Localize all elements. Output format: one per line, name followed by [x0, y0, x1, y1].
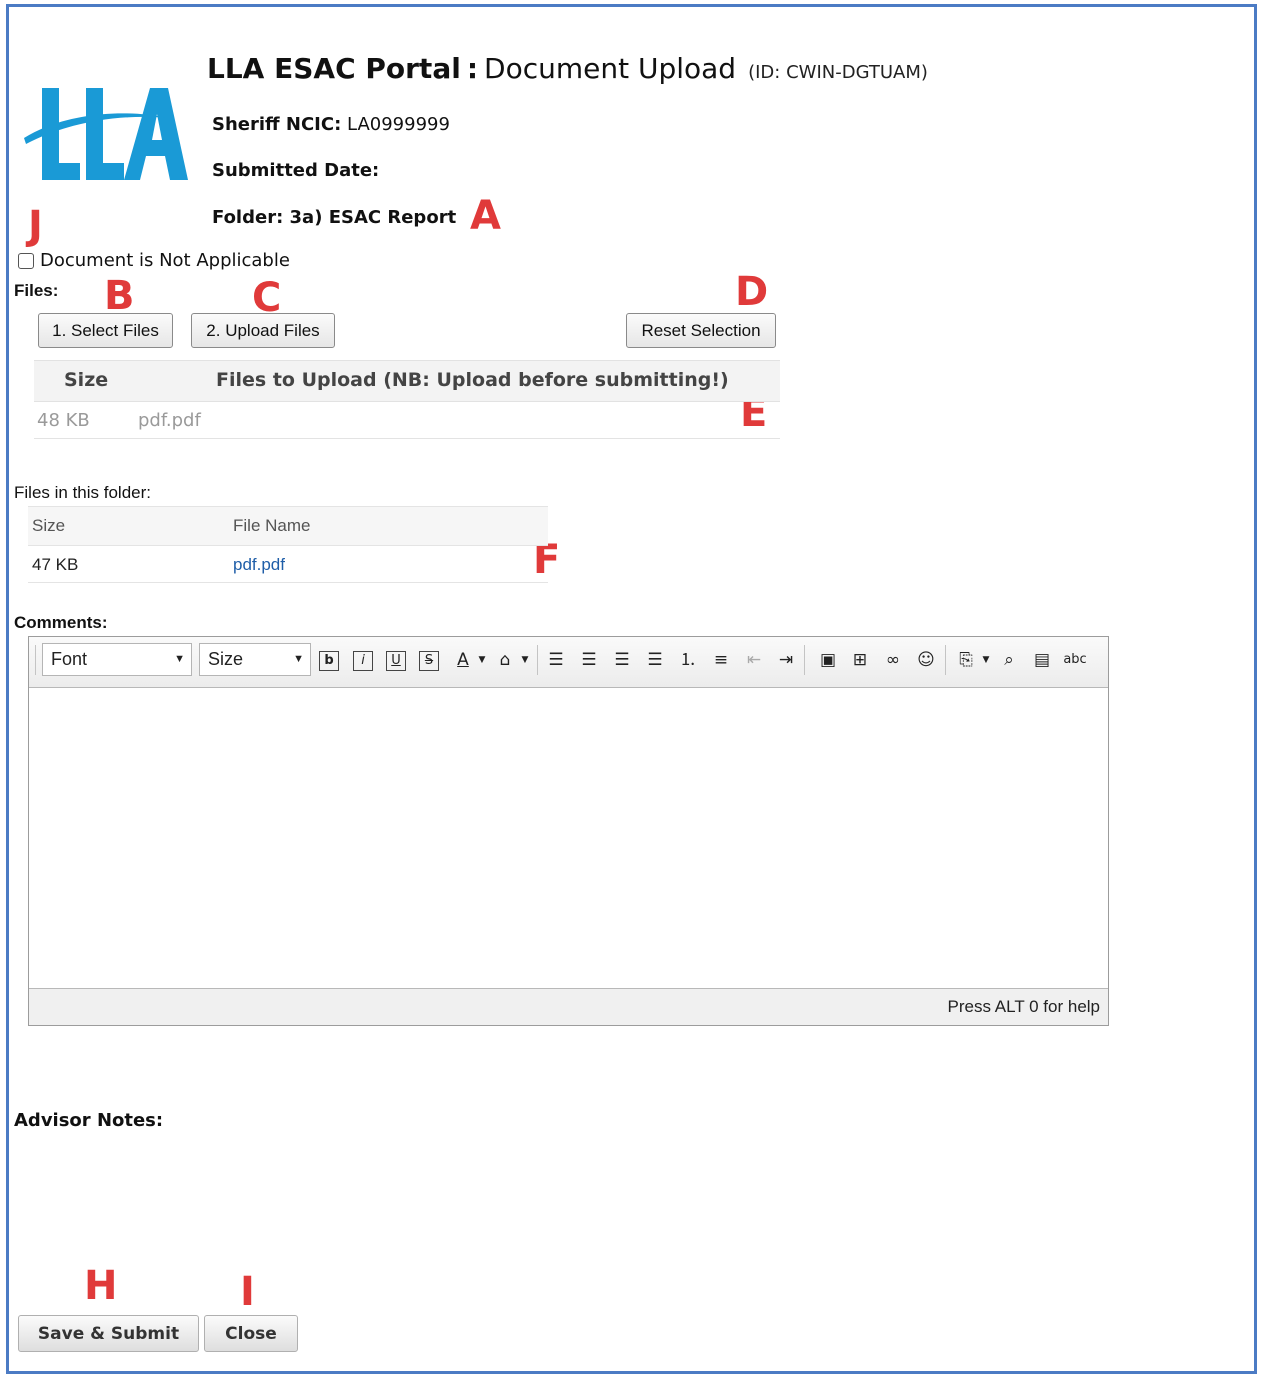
upload-table-row: 48 KB pdf.pdf — [34, 402, 780, 439]
upload-table-header: Size Files to Upload (NB: Upload before … — [34, 360, 780, 402]
upload-file-name: pdf.pdf — [138, 410, 201, 431]
bold-icon[interactable]: b — [319, 651, 339, 671]
folder-table-row: 47 KB pdf.pdf — [28, 546, 548, 583]
italic-icon[interactable]: i — [353, 651, 373, 671]
emoticon-icon[interactable]: ☺ — [914, 648, 938, 672]
folder-files-label: Files in this folder: — [14, 483, 151, 502]
marker-b: B — [104, 273, 135, 319]
folder-name: Folder: 3a) ESAC Report — [212, 207, 456, 228]
marker-j: J — [28, 203, 43, 249]
sheriff-ncic-label: Sheriff NCIC: — [212, 114, 342, 135]
comments-label: Comments: — [14, 613, 108, 632]
upload-file-size: 48 KB — [37, 410, 90, 431]
folder-files-table: Size File Name 47 KB pdf.pdf — [28, 506, 548, 583]
marker-d: D — [735, 269, 769, 315]
font-select-value: Font — [51, 649, 88, 669]
app-name: LLA ESAC Portal — [207, 52, 461, 85]
title-separator: : — [466, 52, 479, 85]
align-justify-icon[interactable]: ☰ — [643, 648, 667, 672]
upload-files-header: Files to Upload (NB: Upload before submi… — [216, 369, 729, 391]
size-select[interactable]: Size ▼ — [199, 643, 311, 676]
chevron-down-icon: ▼ — [293, 653, 304, 665]
toolbar-separator — [804, 645, 805, 675]
comments-text-area[interactable] — [29, 688, 1108, 987]
folder-file-size: 47 KB — [32, 555, 79, 574]
folder-label: Folder: 3a) ESAC Report — [212, 207, 457, 228]
marker-h: H — [84, 1263, 118, 1309]
record-id: (ID: CWIN-DGTUAM) — [748, 62, 928, 83]
chevron-down-icon[interactable]: ▼ — [513, 648, 537, 672]
strikethrough-icon[interactable]: S — [419, 651, 439, 671]
indent-icon[interactable]: ⇥ — [774, 648, 798, 672]
files-label: Files: — [14, 281, 59, 300]
advisor-notes-label: Advisor Notes: — [14, 1110, 164, 1131]
upload-size-header: Size — [64, 369, 109, 391]
close-button[interactable]: Close — [204, 1315, 298, 1352]
align-left-icon[interactable]: ☰ — [544, 648, 568, 672]
toolbar-separator — [35, 645, 36, 675]
marker-c: C — [252, 275, 282, 321]
link-icon[interactable]: ∞ — [881, 648, 905, 672]
table-icon[interactable]: ⊞ — [848, 648, 872, 672]
spellcheck-icon[interactable]: abc — [1063, 648, 1087, 672]
not-applicable-row[interactable]: Document is Not Applicable — [18, 250, 290, 271]
submitted-date: Submitted Date: — [212, 160, 379, 181]
sheriff-ncic-value: LA0999999 — [347, 114, 450, 135]
folder-table-header: Size File Name — [28, 506, 548, 546]
not-applicable-label: Document is Not Applicable — [40, 250, 290, 271]
font-select[interactable]: Font ▼ — [42, 643, 192, 676]
page-title: LLA ESAC Portal: Document Upload (ID: CWIN… — [207, 52, 928, 85]
chevron-down-icon[interactable]: ▼ — [974, 648, 998, 672]
page-title-text: Document Upload — [484, 52, 737, 85]
chevron-down-icon[interactable]: ▼ — [470, 648, 494, 672]
editor-toolbar: Font ▼ Size ▼ b i U S A ▼ ⌂ ▼ ☰ ☰ ☰ ☰ ⒈ … — [29, 637, 1108, 688]
size-select-value: Size — [208, 649, 244, 669]
upload-table: Size Files to Upload (NB: Upload before … — [34, 360, 780, 439]
sheriff-ncic: Sheriff NCIC: LA0999999 — [212, 114, 450, 135]
folder-filename-header: File Name — [233, 516, 311, 535]
find-icon[interactable]: ⌕ — [997, 648, 1021, 672]
toolbar-separator — [537, 645, 538, 675]
ordered-list-icon[interactable]: ⒈ — [676, 648, 700, 672]
toolbar-separator — [945, 645, 946, 675]
marker-a: A — [470, 193, 501, 239]
align-center-icon[interactable]: ☰ — [577, 648, 601, 672]
select-files-button[interactable]: 1. Select Files — [38, 313, 173, 348]
image-icon[interactable]: ▣ — [816, 648, 840, 672]
not-applicable-checkbox[interactable] — [18, 252, 34, 269]
bullet-list-icon[interactable]: ≡ — [709, 648, 733, 672]
folder-size-header: Size — [32, 516, 66, 535]
save-submit-button[interactable]: Save & Submit — [18, 1315, 199, 1352]
upload-files-button[interactable]: 2. Upload Files — [191, 313, 335, 348]
comments-editor: Font ▼ Size ▼ b i U S A ▼ ⌂ ▼ ☰ ☰ ☰ ☰ ⒈ … — [28, 636, 1109, 1026]
lla-logo — [24, 88, 188, 180]
marker-i: I — [240, 1269, 255, 1315]
submitted-date-label: Submitted Date: — [212, 160, 380, 181]
folder-file-link[interactable]: pdf.pdf — [233, 555, 285, 575]
underline-icon[interactable]: U — [386, 651, 406, 671]
source-view-icon[interactable]: ▤ — [1030, 648, 1054, 672]
reset-selection-button[interactable]: Reset Selection — [626, 313, 776, 348]
editor-statusbar: Press ALT 0 for help — [29, 988, 1108, 1025]
chevron-down-icon: ▼ — [174, 653, 185, 665]
editor-help-text: Press ALT 0 for help — [947, 997, 1100, 1016]
outdent-icon[interactable]: ⇤ — [742, 648, 766, 672]
align-right-icon[interactable]: ☰ — [610, 648, 634, 672]
